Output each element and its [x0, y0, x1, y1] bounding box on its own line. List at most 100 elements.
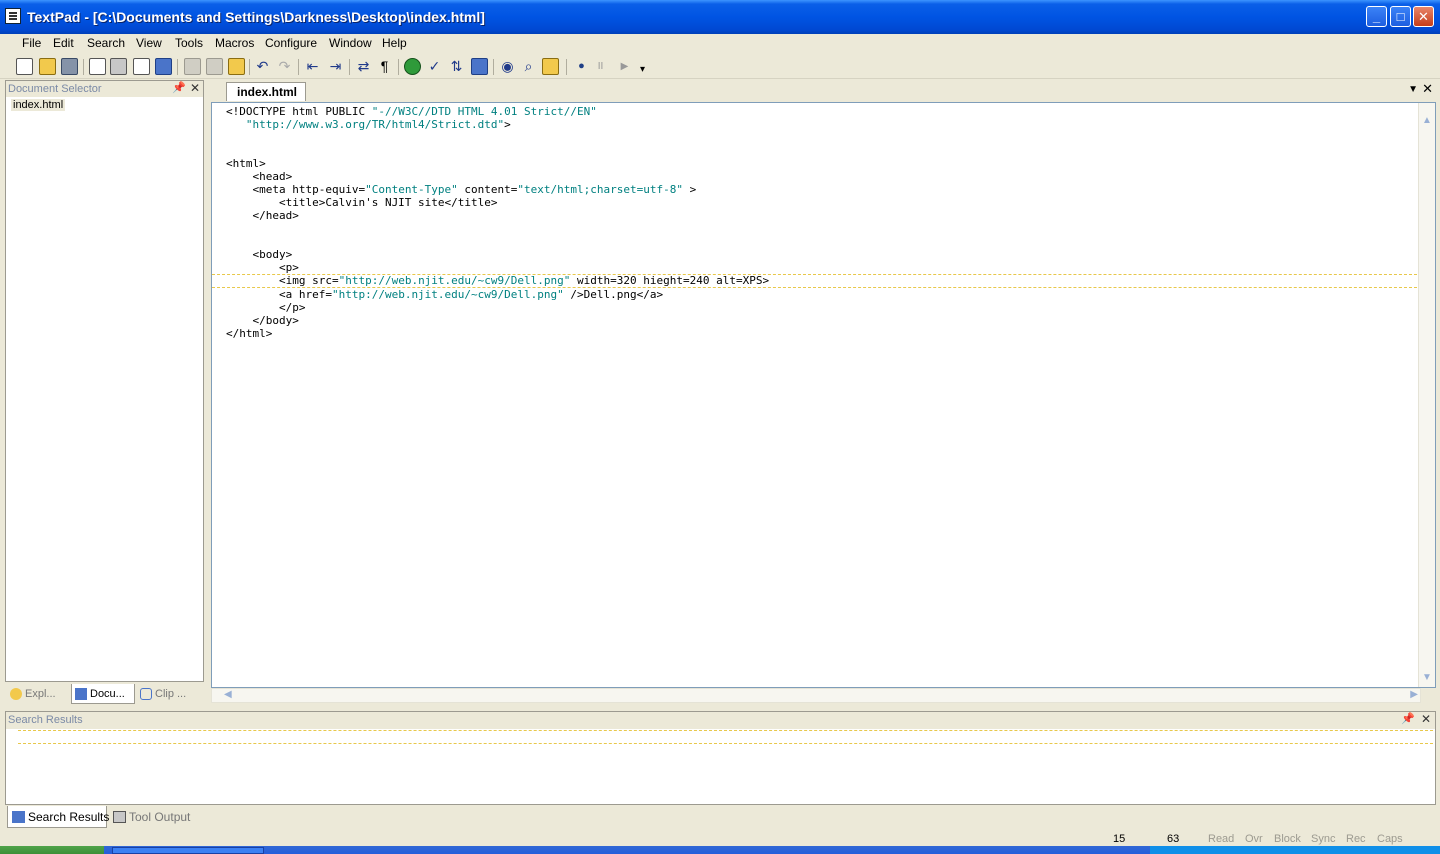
status-block: Block: [1274, 833, 1301, 845]
vertical-scrollbar[interactable]: ▲ ▼: [1418, 103, 1435, 687]
save-icon[interactable]: [61, 58, 78, 75]
code-text[interactable]: <!DOCTYPE html PUBLIC "-//W3C//DTD HTML …: [212, 105, 1417, 340]
toolbar-separator: [298, 59, 299, 75]
new-file-icon[interactable]: [16, 58, 33, 75]
search-results-panel: Search Results 📌 ✕: [5, 711, 1436, 805]
explorer-icon: [10, 688, 22, 700]
toolbar: ↶ ↷ ⇤ ⇥ ⇄ ¶ ✓ ⇅ ◉ ⌕ ● II ▶ ▾: [0, 55, 1440, 79]
scroll-left-icon[interactable]: ◀: [224, 689, 232, 700]
code-line[interactable]: <!DOCTYPE html PUBLIC "-//W3C//DTD HTML …: [226, 105, 1417, 118]
tab-label: Expl...: [25, 688, 56, 700]
sort-icon[interactable]: ⇅: [448, 58, 465, 75]
tab-explorer[interactable]: Expl...: [7, 684, 69, 704]
code-line[interactable]: <p>: [226, 261, 1417, 274]
view-icon[interactable]: ◉: [499, 58, 516, 75]
menu-window[interactable]: Window: [329, 36, 372, 50]
editor-pane: index.html ▼ ✕ <!DOCTYPE html PUBLIC "-/…: [211, 80, 1436, 704]
find-in-files-icon[interactable]: [471, 58, 488, 75]
record-macro-icon[interactable]: ●: [573, 58, 590, 75]
code-line[interactable]: [226, 222, 1417, 235]
play-macro-icon[interactable]: ▶: [616, 58, 633, 75]
menu-tools[interactable]: Tools: [175, 36, 203, 50]
menu-edit[interactable]: Edit: [53, 36, 74, 50]
menu-search[interactable]: Search: [87, 36, 125, 50]
close-panel-icon[interactable]: ✕: [1421, 712, 1431, 726]
start-button[interactable]: [0, 846, 104, 854]
decrease-indent-icon[interactable]: ⇤: [304, 58, 321, 75]
minimize-button[interactable]: _: [1366, 6, 1387, 27]
maximize-button[interactable]: □: [1390, 6, 1411, 27]
toolbar-separator: [493, 59, 494, 75]
code-line[interactable]: </p>: [226, 301, 1417, 314]
close-button[interactable]: ✕: [1413, 6, 1434, 27]
redo-icon[interactable]: ↷: [276, 58, 293, 75]
cut-icon[interactable]: [184, 58, 201, 75]
properties-icon[interactable]: [155, 58, 172, 75]
scroll-right-icon[interactable]: ▶: [1410, 689, 1418, 700]
code-line[interactable]: </head>: [226, 209, 1417, 222]
tab-clip-library[interactable]: Clip ...: [137, 684, 201, 704]
pause-macro-icon[interactable]: II: [592, 58, 609, 75]
menu-configure[interactable]: Configure: [265, 36, 317, 50]
paste-icon[interactable]: [228, 58, 245, 75]
tab-label: Search Results: [28, 810, 110, 824]
taskbar-item[interactable]: [112, 847, 264, 854]
code-line[interactable]: <title>Calvin's NJIT site</title>: [226, 196, 1417, 209]
find-icon[interactable]: ⌕: [520, 58, 537, 75]
tab-tool-output[interactable]: Tool Output: [109, 806, 199, 828]
code-line[interactable]: [226, 144, 1417, 157]
print-preview-icon[interactable]: [133, 58, 150, 75]
code-line[interactable]: <a href="http://web.njit.edu/~cw9/Dell.p…: [226, 288, 1417, 301]
code-line[interactable]: </body>: [226, 314, 1417, 327]
output-tabs: Search Results Tool Output: [5, 806, 605, 828]
menu-file[interactable]: File: [22, 36, 41, 50]
document-tab[interactable]: index.html: [226, 82, 307, 101]
status-caps: Caps: [1377, 833, 1403, 845]
code-line[interactable]: [226, 235, 1417, 248]
open-folder-icon[interactable]: [39, 58, 56, 75]
spell-check-icon[interactable]: ✓: [426, 58, 443, 75]
print-icon[interactable]: [110, 58, 127, 75]
replace-icon[interactable]: [542, 58, 559, 75]
window-title: TextPad - [C:\Documents and Settings\Dar…: [27, 9, 485, 25]
dropdown-icon[interactable]: ▼: [1408, 84, 1418, 95]
increase-indent-icon[interactable]: ⇥: [327, 58, 344, 75]
code-line[interactable]: <head>: [226, 170, 1417, 183]
undo-icon[interactable]: ↶: [254, 58, 271, 75]
word-wrap-icon[interactable]: ⇄: [355, 58, 372, 75]
code-line[interactable]: <meta http-equiv="Content-Type" content=…: [226, 183, 1417, 196]
menu-help[interactable]: Help: [382, 36, 407, 50]
tab-document-selector[interactable]: Docu...: [71, 684, 135, 704]
code-line[interactable]: <body>: [226, 248, 1417, 261]
horizontal-scrollbar[interactable]: ◀ ▶: [211, 688, 1421, 703]
menu-view[interactable]: View: [136, 36, 162, 50]
pin-icon[interactable]: 📌: [172, 81, 186, 94]
toolbar-separator: [177, 59, 178, 75]
search-results-icon: [12, 811, 25, 823]
status-sync: Sync: [1311, 833, 1336, 845]
code-line[interactable]: <html>: [226, 157, 1417, 170]
taskbar: [0, 846, 1440, 854]
panel-tabs: Expl... Docu... Clip ...: [5, 683, 204, 705]
browser-icon[interactable]: [404, 58, 421, 75]
results-line[interactable]: [18, 730, 1433, 744]
code-line[interactable]: [226, 131, 1417, 144]
copy-icon[interactable]: [206, 58, 223, 75]
pin-icon[interactable]: 📌: [1401, 712, 1415, 725]
close-panel-icon[interactable]: ✕: [190, 81, 200, 95]
scroll-down-icon[interactable]: ▼: [1422, 672, 1432, 683]
close-document-icon[interactable]: ✕: [1422, 81, 1433, 97]
textpad-app-icon[interactable]: [5, 8, 21, 24]
save-all-icon[interactable]: [89, 58, 106, 75]
code-line[interactable]: "http://www.w3.org/TR/html4/Strict.dtd">: [226, 118, 1417, 131]
show-paragraph-icon[interactable]: ¶: [376, 58, 393, 75]
tab-search-results[interactable]: Search Results: [7, 806, 110, 828]
scroll-up-icon[interactable]: ▲: [1422, 115, 1432, 126]
status-line: 15: [1113, 833, 1126, 845]
toolbar-options-icon[interactable]: ▾: [634, 61, 651, 78]
code-editor[interactable]: <!DOCTYPE html PUBLIC "-//W3C//DTD HTML …: [211, 102, 1436, 688]
document-entry[interactable]: index.html: [11, 99, 66, 111]
code-line[interactable]: </html>: [226, 327, 1417, 340]
code-line[interactable]: <img src="http://web.njit.edu/~cw9/Dell.…: [212, 274, 1417, 288]
menu-macros[interactable]: Macros: [215, 36, 254, 50]
